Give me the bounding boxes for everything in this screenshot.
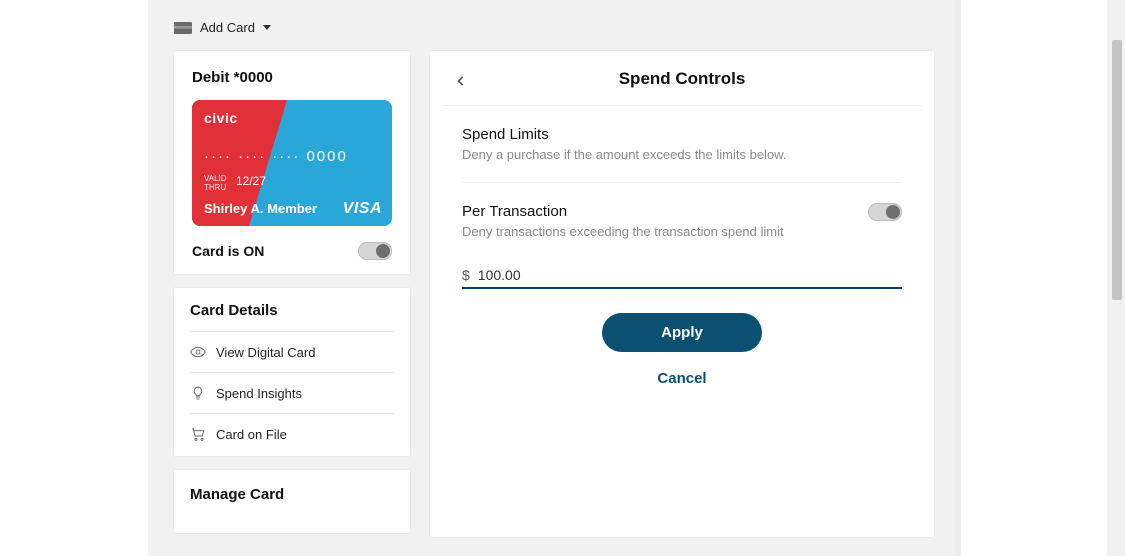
cancel-button[interactable]: Cancel (657, 370, 706, 387)
spend-controls-panel: Spend Controls Spend Limits Deny a purch… (430, 51, 934, 537)
card-number: ···· ···· ···· 0000 (204, 148, 348, 165)
manage-card-title: Manage Card (190, 486, 394, 503)
add-card-label: Add Card (200, 20, 255, 35)
divider (462, 182, 902, 183)
card-details-title: Card Details (190, 302, 394, 319)
detail-item-label: Card on File (216, 427, 287, 442)
page-scrollbar-track[interactable] (1107, 0, 1125, 556)
chevron-left-icon (456, 76, 466, 86)
back-button[interactable] (456, 73, 466, 83)
per-transaction-toggle[interactable] (868, 203, 902, 221)
eye-icon (190, 344, 206, 360)
card-title: Debit *0000 (192, 69, 392, 86)
manage-card-panel: Manage Card (174, 470, 410, 533)
bulb-icon (190, 385, 206, 401)
detail-item-label: Spend Insights (216, 386, 302, 401)
spend-controls-title: Spend Controls (619, 69, 746, 88)
amount-input[interactable] (478, 267, 902, 283)
card-on-label: Card is ON (192, 243, 264, 259)
per-transaction-title: Per Transaction (462, 203, 848, 220)
credit-card-image: civic ···· ···· ···· 0000 VALIDTHRU 12/2… (192, 100, 392, 226)
add-card-button[interactable]: Add Card (148, 20, 960, 35)
app-frame: Add Card Debit *0000 civic ···· ···· ···… (148, 0, 960, 556)
card-on-toggle[interactable] (358, 242, 392, 260)
view-digital-card-item[interactable]: View Digital Card (190, 331, 394, 372)
spend-limits-title: Spend Limits (462, 126, 902, 143)
page-scrollbar-thumb[interactable] (1112, 40, 1122, 300)
card-network: VISA (343, 200, 382, 218)
per-transaction-subtitle: Deny transactions exceeding the transact… (462, 224, 848, 239)
inner-scrollbar[interactable] (954, 0, 961, 556)
cart-icon (190, 426, 206, 442)
currency-prefix: $ (462, 267, 470, 283)
valid-thru-value: 12/27 (236, 174, 266, 188)
spend-limits-subtitle: Deny a purchase if the amount exceeds th… (462, 147, 902, 162)
valid-thru-label: VALIDTHRU (204, 174, 227, 192)
card-details-panel: Card Details View Digital Card Spend Ins… (174, 288, 410, 456)
spend-insights-item[interactable]: Spend Insights (190, 372, 394, 413)
apply-button[interactable]: Apply (602, 313, 762, 352)
detail-item-label: View Digital Card (216, 345, 315, 360)
card-brand: civic (204, 110, 238, 126)
card-icon (174, 22, 192, 34)
cardholder-name: Shirley A. Member (204, 201, 317, 216)
card-summary-panel: Debit *0000 civic ···· ···· ···· 0000 VA… (174, 51, 410, 274)
chevron-down-icon (263, 25, 271, 30)
card-on-file-item[interactable]: Card on File (190, 413, 394, 454)
